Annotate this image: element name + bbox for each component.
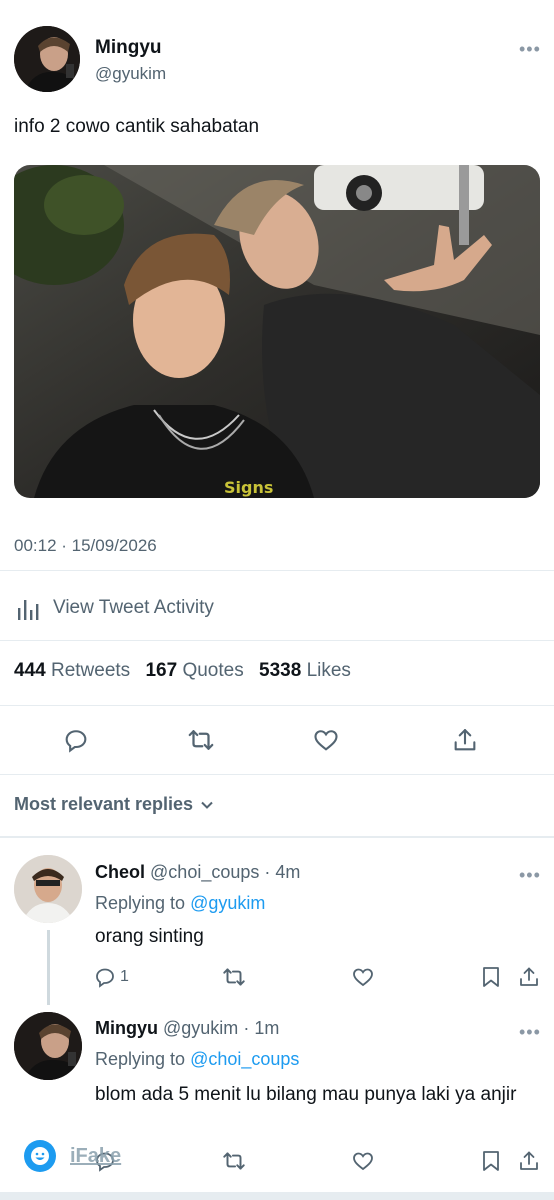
shirt-print-text: Signs: [224, 478, 273, 497]
reply-1-reply-count: 1: [120, 968, 129, 985]
tweet-text: info 2 cowo cantik sahabatan: [14, 116, 260, 137]
reply-2-share-icon[interactable]: [516, 1148, 542, 1174]
reply-1-more-icon[interactable]: •••: [519, 866, 541, 884]
replies-sort-label: Most relevant replies: [14, 794, 194, 814]
replies-sort-dropdown[interactable]: Most relevant replies: [14, 794, 215, 815]
analytics-icon[interactable]: [14, 595, 42, 623]
reply-1-reply-icon[interactable]: [92, 964, 118, 990]
retweets-label: Retweets: [50, 660, 131, 681]
chevron-down-icon: [199, 797, 215, 813]
tweet-timestamp[interactable]: 00:12 · 15/09/2026: [14, 536, 157, 556]
quotes-label: Quotes: [182, 660, 244, 681]
reply-1-like-icon[interactable]: [350, 964, 376, 990]
reply-2-more-icon[interactable]: •••: [519, 1023, 541, 1041]
reply-2-like-icon[interactable]: [350, 1148, 376, 1174]
quotes-stat[interactable]: 167 Quotes: [145, 660, 249, 681]
reply-2-text: blom ada 5 menit lu bilang mau punya lak…: [95, 1084, 517, 1105]
quotes-count: 167: [145, 660, 178, 681]
reply-1-time[interactable]: · 4m: [264, 862, 300, 882]
likes-stat[interactable]: 5338 Likes: [259, 660, 351, 681]
reply-1-name[interactable]: Cheol: [95, 862, 145, 882]
retweets-stat[interactable]: 444 Retweets: [14, 660, 135, 681]
likes-label: Likes: [306, 660, 351, 681]
tweet-photo[interactable]: Signs: [14, 165, 540, 498]
view-tweet-activity-link[interactable]: View Tweet Activity: [53, 597, 214, 619]
author-handle[interactable]: @gyukim: [95, 64, 166, 84]
reply-1-handle[interactable]: @choi_coups: [150, 862, 259, 882]
retweet-icon[interactable]: [185, 724, 217, 756]
reply-1-text: orang sinting: [95, 926, 204, 947]
retweets-count: 444: [14, 660, 46, 681]
reply-1-retweet-icon[interactable]: [220, 964, 248, 990]
reply-1-share-icon[interactable]: [516, 964, 542, 990]
reply-2-name[interactable]: Mingyu: [95, 1018, 158, 1038]
watermark: iFake: [24, 1140, 121, 1172]
reply-2-retweet-icon[interactable]: [220, 1148, 248, 1174]
share-icon[interactable]: [449, 724, 481, 756]
smiley-logo-icon: [24, 1140, 56, 1172]
reply-2-bookmark-icon[interactable]: [478, 1148, 504, 1174]
reply-1-bookmark-icon[interactable]: [478, 964, 504, 990]
reply-2-time[interactable]: · 1m: [243, 1018, 279, 1038]
likes-count: 5338: [259, 660, 302, 681]
author-name[interactable]: Mingyu: [95, 37, 162, 59]
reply-icon[interactable]: [60, 724, 92, 756]
reply-2-replying-prefix: Replying to: [95, 1049, 186, 1069]
more-options-icon[interactable]: •••: [519, 40, 541, 58]
like-icon[interactable]: [310, 724, 342, 756]
reply-1-replying-prefix: Replying to: [95, 893, 186, 913]
reply-2-avatar[interactable]: [14, 1012, 82, 1080]
author-avatar[interactable]: [14, 26, 80, 92]
reply-1-avatar[interactable]: [14, 855, 82, 923]
reply-2-handle[interactable]: @gyukim: [163, 1018, 238, 1038]
reply-2-replying-to-link[interactable]: @choi_coups: [190, 1049, 299, 1069]
reply-1-replying-to-link[interactable]: @gyukim: [190, 893, 265, 913]
tweet-stats: 444 Retweets 167 Quotes 5338 Likes: [14, 660, 351, 682]
watermark-text: iFake: [70, 1144, 122, 1167]
